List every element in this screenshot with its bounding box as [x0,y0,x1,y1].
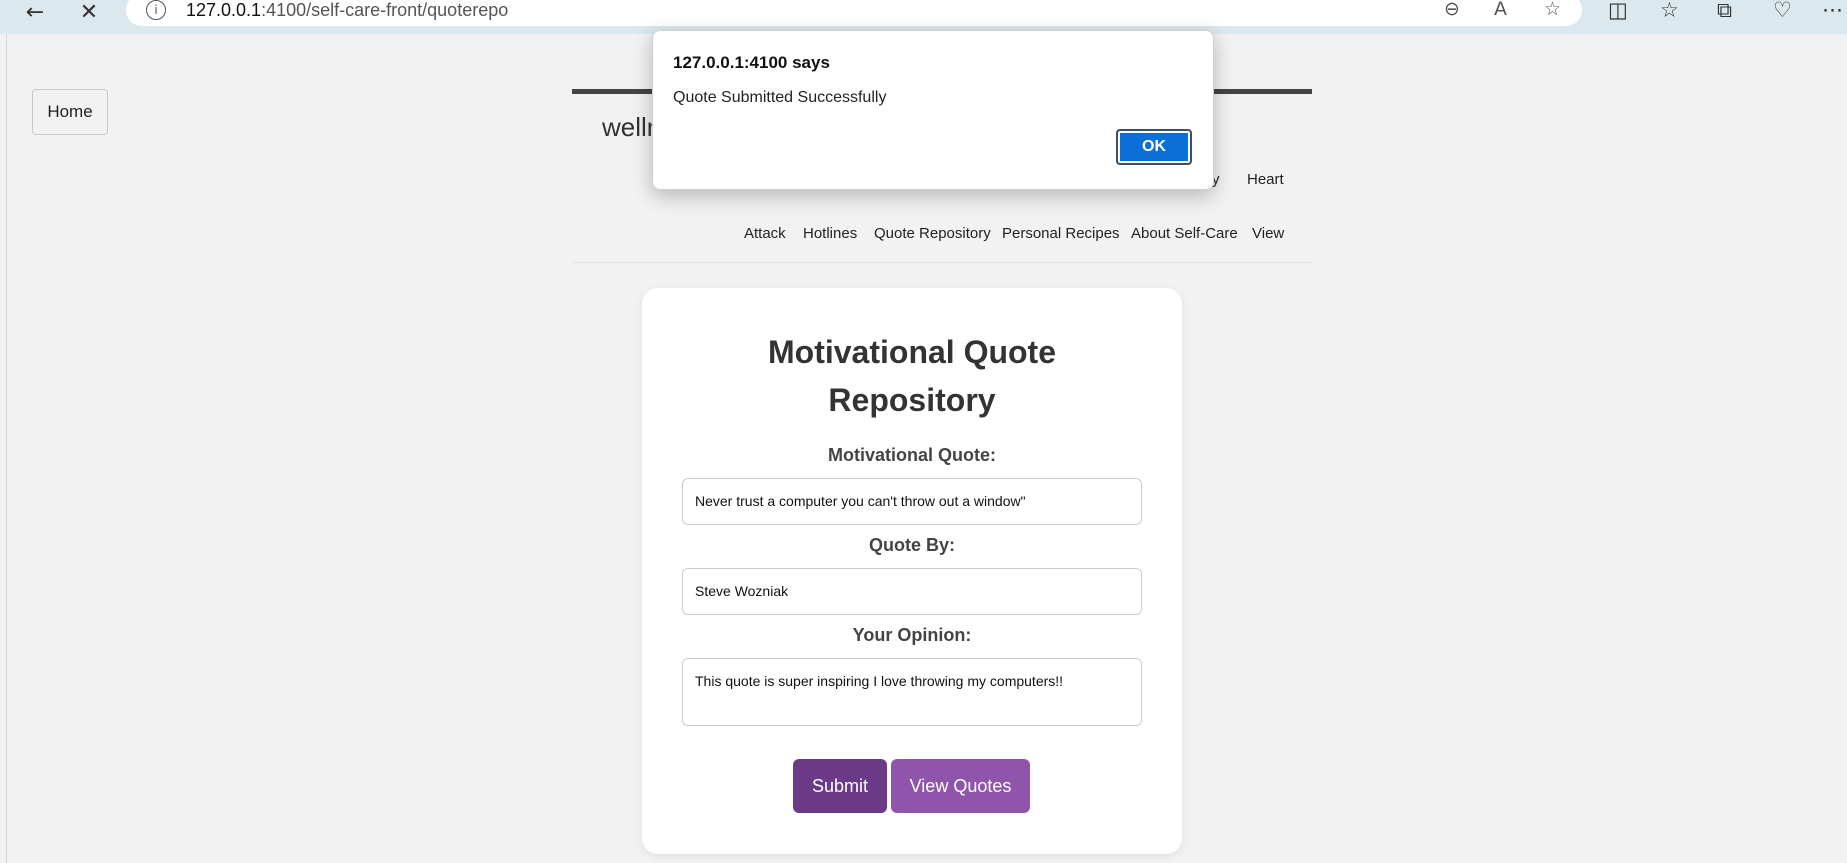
page-title: Motivational Quote Repository [642,328,1182,424]
nav-link-hotlines[interactable]: Hotlines [803,225,857,242]
home-button-label: Home [47,102,93,121]
site-info-icon[interactable]: i [146,0,166,20]
url-text[interactable]: 127.0.0.1:4100/self-care-front/quoterepo [186,0,508,21]
zoom-out-icon[interactable]: ⊖ [1444,0,1460,20]
home-button[interactable]: Home [32,89,108,135]
dialog-message: Quote Submitted Successfully [673,89,887,106]
read-aloud-icon[interactable]: A [1494,0,1507,20]
quote-label: Motivational Quote: [828,445,996,465]
address-bar[interactable]: i 127.0.0.1:4100/self-care-front/quotere… [126,0,1582,26]
title-line-1: Motivational Quote [768,334,1056,370]
stop-loading-icon[interactable]: ✕ [74,0,104,25]
back-arrow-icon[interactable]: ← [20,0,50,25]
nav-link-attack[interactable]: Attack [744,225,786,242]
browser-toolbar: ← ✕ i 127.0.0.1:4100/self-care-front/quo… [0,0,1847,34]
nav-link-about-self-care[interactable]: About Self-Care [1131,225,1238,242]
nav-link-quote-repository[interactable]: Quote Repository [874,225,991,242]
view-quotes-button[interactable]: View Quotes [891,759,1030,813]
nav-link-view[interactable]: View [1252,225,1284,242]
opinion-label: Your Opinion: [852,625,972,645]
quote-input[interactable]: Never trust a computer you can't throw o… [682,478,1142,525]
opinion-textarea[interactable]: This quote is super inspiring I love thr… [682,658,1142,726]
split-screen-icon[interactable]: ◫ [1608,0,1628,22]
ok-button[interactable]: OK [1116,129,1192,165]
quote-form-card: Motivational Quote Repository Motivation… [642,288,1182,854]
favorites-icon[interactable]: ☆ [1660,0,1679,22]
nav-link-heart[interactable]: Heart [1247,171,1284,188]
dialog-title: 127.0.0.1:4100 says [673,53,830,72]
author-label: Quote By: [868,535,955,555]
alert-dialog: 127.0.0.1:4100 says Quote Submitted Succ… [652,30,1214,190]
title-line-2: Repository [828,382,996,418]
submit-button[interactable]: Submit [793,759,887,813]
browser-essentials-icon[interactable]: ♡ [1773,0,1792,22]
favorite-star-icon[interactable]: ☆ [1544,0,1561,20]
collections-icon[interactable]: ⧉ [1717,0,1732,23]
nav-link-personal-recipes[interactable]: Personal Recipes [1002,225,1120,242]
author-input[interactable]: Steve Wozniak [682,568,1142,615]
more-options-icon[interactable]: ⋯ [1822,0,1843,22]
